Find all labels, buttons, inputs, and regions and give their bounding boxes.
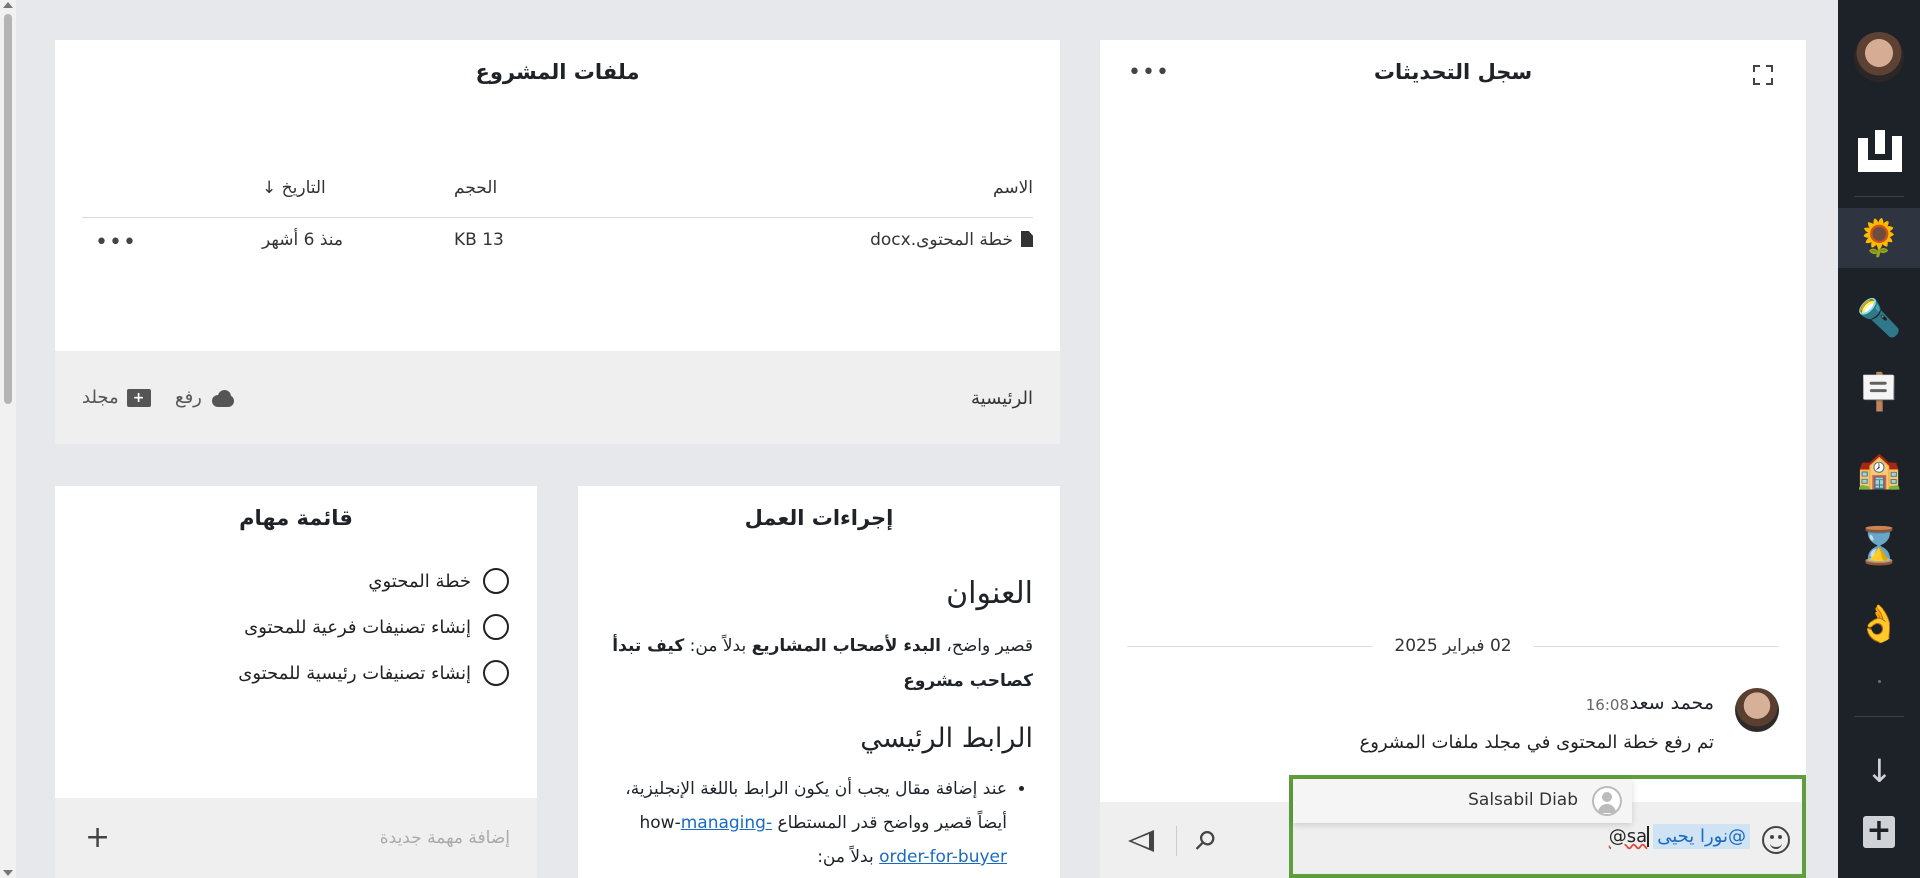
upload-label: رفع <box>175 387 202 408</box>
paragraph-start: قصير واضح، <box>940 636 1033 656</box>
file-name-cell[interactable]: خطة المحتوى.docx <box>870 230 1033 250</box>
cloud-upload-icon <box>210 389 236 407</box>
user-avatar[interactable] <box>1854 32 1904 82</box>
list-item: عند إضافة مقال يجب أن يكون الرابط باللغة… <box>605 772 1007 874</box>
sidebar-separator <box>1854 196 1904 197</box>
tasks-footer: إضافة مهمة جديدة + <box>55 798 537 878</box>
task-label: خطة المحتوي <box>368 570 471 592</box>
hourglass-icon[interactable]: ⌛ <box>1838 516 1920 576</box>
avatar[interactable] <box>1735 688 1779 732</box>
procedure-list: عند إضافة مقال يجب أن يكون الرابط باللغة… <box>605 772 1033 874</box>
file-icon <box>1021 231 1033 247</box>
file-row[interactable]: خطة المحتوى.docx 13 KB منذ 6 أشهر ••• <box>82 230 1033 264</box>
new-folder-button[interactable]: مجلد + <box>82 387 151 408</box>
app-logo-icon[interactable] <box>1858 130 1902 172</box>
scroll-up-arrow-icon[interactable] <box>3 2 13 8</box>
folder-label: مجلد <box>82 387 119 408</box>
task-checkbox[interactable] <box>483 660 509 686</box>
mention-chip: @نورا يحيى <box>1653 824 1750 849</box>
procedures-panel-title: إجراءات العمل <box>744 506 894 530</box>
presentation-icon[interactable]: 🪧 <box>1838 362 1920 422</box>
project-files-panel: ملفات المشروع الاسم الحجم التاريخ ↓ خطة … <box>55 40 1060 444</box>
task-label: إنشاء تصنيفات رئيسية للمحتوى <box>238 662 471 684</box>
updates-panel-title: سجل التحديثات <box>1373 60 1533 84</box>
files-panel-title: ملفات المشروع <box>475 60 640 84</box>
column-date-header[interactable]: التاريخ ↓ <box>262 178 326 198</box>
date-separator-label: 02 فبراير 2025 <box>1372 636 1534 656</box>
sunflower-icon[interactable]: 🌻 <box>1838 208 1920 268</box>
flashlight-icon[interactable]: 🔦 <box>1838 288 1920 348</box>
breadcrumb-home[interactable]: الرئيسية <box>971 388 1033 409</box>
emoji-icon[interactable] <box>1762 826 1790 854</box>
upload-button[interactable]: رفع <box>175 387 236 408</box>
message-input[interactable]: @نورا يحيىsa@ <box>1330 824 1750 856</box>
arrow-down-icon[interactable]: ↓ <box>1866 752 1893 790</box>
file-date: منذ 6 أشهر <box>262 230 343 250</box>
sidebar-separator <box>1854 716 1904 717</box>
column-name-header[interactable]: الاسم <box>993 178 1033 198</box>
new-task-input[interactable]: إضافة مهمة جديدة <box>380 828 510 848</box>
mention-suggestion[interactable]: Salsabil Diab <box>1293 779 1632 823</box>
task-label: إنشاء تصنيفات فرعية للمحتوى <box>244 616 471 638</box>
page-scrollbar[interactable] <box>0 0 16 878</box>
message-author[interactable]: محمد سعد <box>1630 692 1715 714</box>
scroll-down-arrow-icon[interactable] <box>3 870 13 876</box>
task-item[interactable]: إنشاء تصنيفات فرعية للمحتوى <box>244 614 509 640</box>
paragraph-bold-1: البدء لأصحاب المشاريع <box>751 636 941 656</box>
add-task-plus-icon[interactable]: + <box>85 820 110 855</box>
procedure-paragraph: قصير واضح، البدء لأصحاب المشاريع بدلاً م… <box>605 629 1033 699</box>
updates-log-panel: ••• سجل التحديثات 02 فبراير 2025 محمد سع… <box>1100 40 1806 878</box>
task-list-panel: قائمة مهام خطة المحتوي إنشاء تصنيفات فرع… <box>55 486 537 878</box>
task-item[interactable]: خطة المحتوي <box>368 568 509 594</box>
bullet-mid: بدلاً من: <box>817 847 880 867</box>
message-time: 16:08 <box>1585 696 1629 714</box>
work-procedures-panel: إجراءات العمل العنوان قصير واضح، البدء ل… <box>578 486 1060 878</box>
file-size: 13 KB <box>454 230 504 250</box>
procedure-heading: العنوان <box>946 576 1033 611</box>
add-workspace-plus-icon[interactable]: + <box>1863 816 1895 848</box>
message-composer: ⚲ @نورا يحيىsa@ Salsabil Diab <box>1100 775 1806 878</box>
column-size-header[interactable]: الحجم <box>454 178 497 198</box>
send-icon[interactable] <box>1128 830 1154 852</box>
folder-plus-icon: + <box>126 388 151 407</box>
file-name: خطة المحتوى.docx <box>870 230 1013 250</box>
scroll-indicator-dot <box>1878 680 1881 683</box>
files-footer: الرئيسية رفع مجلد + <box>55 351 1060 444</box>
procedure-subheading: الرابط الرئيسي <box>860 723 1033 754</box>
task-checkbox[interactable] <box>483 614 509 640</box>
tasks-panel-title: قائمة مهام <box>239 506 353 530</box>
suggestion-name: Salsabil Diab <box>1468 790 1578 810</box>
composer-divider <box>1176 826 1177 856</box>
files-table-header: الاسم الحجم التاريخ ↓ <box>82 162 1033 218</box>
scrollbar-thumb[interactable] <box>4 14 12 404</box>
app-sidebar: 🌻 🔦 🪧 🏫 ⌛ 👌 ↓ + <box>1838 0 1920 878</box>
task-checkbox[interactable] <box>483 568 509 594</box>
paragraph-mid: بدلاً من: <box>684 636 752 656</box>
default-avatar-icon <box>1592 786 1622 816</box>
file-more-options-icon[interactable]: ••• <box>95 230 137 255</box>
paperclip-icon[interactable]: ⚲ <box>1187 824 1222 859</box>
message-text: تم رفع خطة المحتوى في مجلد ملفات المشروع <box>1359 732 1714 753</box>
ok-hand-icon[interactable]: 👌 <box>1838 594 1920 654</box>
procedures-content: العنوان قصير واضح، البدء لأصحاب المشاريع… <box>605 576 1033 874</box>
school-icon[interactable]: 🏫 <box>1838 440 1920 500</box>
fullscreen-icon[interactable] <box>1752 64 1774 86</box>
date-separator: 02 فبراير 2025 <box>1127 636 1779 656</box>
task-item[interactable]: إنشاء تصنيفات رئيسية للمحتوى <box>238 660 509 686</box>
typed-text: sa@ <box>1608 826 1650 847</box>
